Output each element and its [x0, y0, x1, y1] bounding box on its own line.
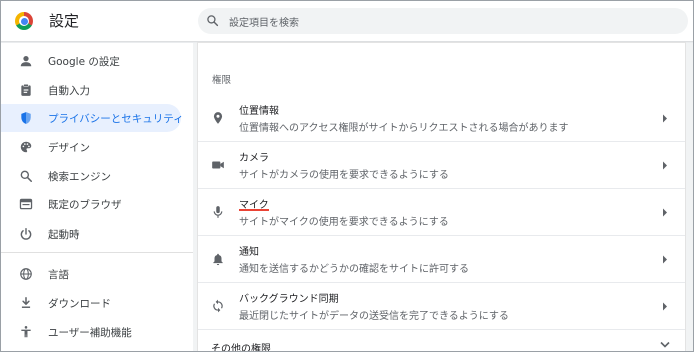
row-description: 最近閉じたサイトがデータの送受信を完了できるようにする: [239, 311, 509, 322]
sidebar-item-default-browser[interactable]: 既定のブラウザ: [1, 190, 181, 218]
search-input[interactable]: 設定項目を検索: [198, 8, 688, 34]
browser-icon: [19, 198, 33, 210]
permission-row-location[interactable]: 位置情報 位置情報へのアクセス権限がサイトからリクエストされる場合があります: [198, 95, 685, 142]
sidebar-item-label: ダウンロード: [48, 298, 111, 310]
microphone-icon: [213, 206, 223, 218]
permissions-card: 権限 位置情報 位置情報へのアクセス権限がサイトからリクエストされる場合がありま…: [198, 43, 685, 351]
sidebar-item-label: 起動時: [48, 229, 80, 241]
sidebar-item-google[interactable]: Google の設定: [1, 47, 181, 75]
permission-row-background-sync[interactable]: バックグラウンド同期 最近閉じたサイトがデータの送受信を完了できるようにする: [198, 283, 685, 330]
sidebar-item-autofill[interactable]: 自動入力: [1, 76, 181, 104]
row-title: 通知: [239, 247, 259, 258]
section-title: 権限: [212, 75, 232, 86]
chevron-right-icon: [663, 208, 667, 217]
download-icon: [21, 296, 31, 308]
row-description: 位置情報へのアクセス権限がサイトからリクエストされる場合があります: [239, 123, 569, 134]
scrollbar[interactable]: [687, 43, 693, 351]
chevron-right-icon: [663, 114, 667, 123]
row-description: 通知を送信するかどうかの確認をサイトに許可する: [239, 264, 469, 275]
permission-row-camera[interactable]: カメラ サイトがカメラの使用を要求できるようにする: [198, 142, 685, 189]
sidebar-item-accessibility[interactable]: ユーザー補助機能: [1, 318, 181, 346]
chevron-down-icon[interactable]: [660, 341, 670, 349]
sidebar-item-search-engine[interactable]: 検索エンジン: [1, 162, 181, 190]
more-permissions-toggle[interactable]: その他の権限: [211, 340, 271, 351]
sidebar-item-privacy[interactable]: プライバシーとセキュリティ: [1, 104, 184, 132]
highlight-underline: [239, 209, 269, 211]
sidebar-item-languages[interactable]: 言語: [1, 260, 181, 288]
sidebar-item-label: 自動入力: [48, 85, 90, 97]
globe-icon: [20, 268, 32, 280]
sidebar-item-label: ユーザー補助機能: [48, 327, 132, 339]
header: 設定 設定項目を検索: [1, 1, 693, 41]
row-title: カメラ: [239, 153, 269, 164]
search-placeholder: 設定項目を検索: [229, 18, 299, 29]
row-description: サイトがカメラの使用を要求できるようにする: [239, 170, 449, 181]
camera-icon: [212, 161, 224, 169]
sidebar-item-on-startup[interactable]: 起動時: [1, 220, 181, 248]
shield-icon: [21, 112, 31, 124]
chevron-right-icon: [663, 255, 667, 264]
accessibility-icon: [21, 326, 31, 338]
search-icon: [207, 15, 219, 27]
sidebar-item-label: Google の設定: [48, 56, 120, 68]
sidebar-item-downloads[interactable]: ダウンロード: [1, 289, 181, 317]
permission-row-microphone[interactable]: マイク サイトがマイクの使用を要求できるようにする: [198, 189, 685, 236]
sidebar-item-label: 言語: [48, 269, 69, 281]
chevron-right-icon: [663, 161, 667, 170]
person-icon: [20, 56, 32, 67]
location-icon: [213, 112, 223, 124]
palette-icon: [20, 141, 32, 153]
row-divider: [198, 329, 685, 330]
sidebar-item-appearance[interactable]: デザイン: [1, 133, 181, 161]
sync-icon: [213, 299, 223, 313]
sidebar-item-label: 既定のブラウザ: [48, 199, 122, 211]
power-icon: [20, 228, 32, 240]
sidebar-item-label: デザイン: [48, 142, 90, 154]
row-title: バックグラウンド同期: [239, 294, 339, 305]
search-icon: [20, 170, 33, 183]
settings-window: 設定 設定項目を検索 Google の設定 自動入力 プライバシーとセキュリティ…: [0, 0, 694, 352]
sidebar: Google の設定 自動入力 プライバシーとセキュリティ デザイン 検索エンジ…: [1, 43, 193, 351]
page-title: 設定: [49, 12, 80, 30]
sidebar-item-label: プライバシーとセキュリティ: [48, 113, 184, 125]
sidebar-item-label: 検索エンジン: [48, 171, 111, 183]
permission-row-notifications[interactable]: 通知 通知を送信するかどうかの確認をサイトに許可する: [198, 236, 685, 283]
chevron-right-icon: [663, 302, 667, 311]
bell-icon: [213, 253, 223, 266]
row-title: 位置情報: [239, 106, 279, 117]
chrome-logo-icon: [15, 12, 33, 30]
sidebar-divider: [1, 252, 193, 253]
clipboard-icon: [21, 83, 31, 96]
row-description: サイトがマイクの使用を要求できるようにする: [239, 217, 449, 228]
